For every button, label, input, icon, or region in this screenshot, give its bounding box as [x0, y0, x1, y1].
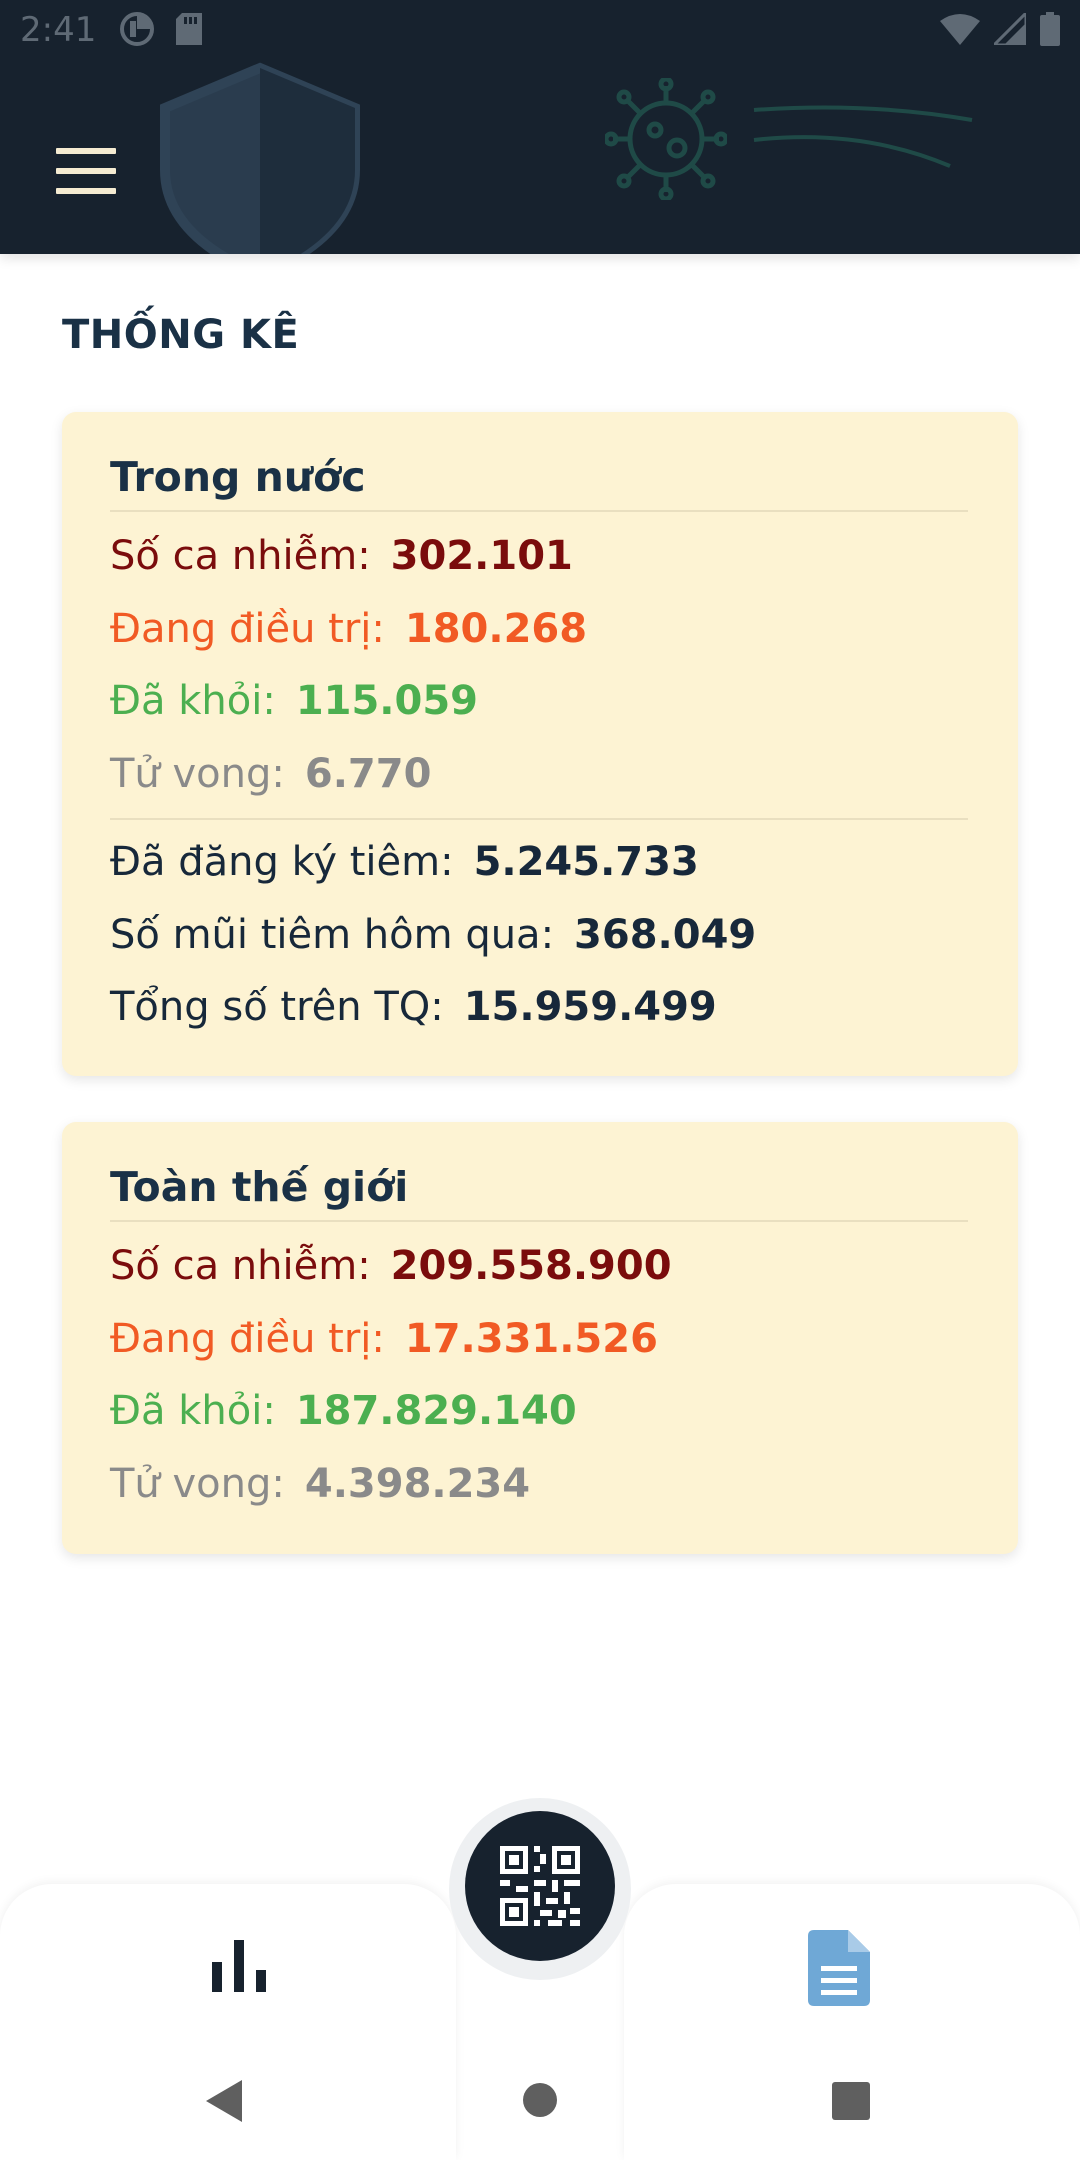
treating-label: Đang điều trị:	[110, 1315, 385, 1362]
data-saver-icon	[120, 12, 154, 46]
app-header: 2:41	[0, 0, 1080, 254]
total-label: Tổng số trên TQ:	[110, 984, 444, 1030]
recovered-label: Đã khỏi:	[110, 1388, 276, 1434]
infected-row: Số ca nhiễm: 209.558.900	[110, 1230, 968, 1303]
treating-row: Đang điều trị: 17.331.526	[110, 1303, 968, 1376]
world-stats-card: Toàn thế giới Số ca nhiễm: 209.558.900 Đa…	[62, 1122, 1018, 1554]
recents-icon[interactable]	[832, 2082, 870, 2120]
card-title: Trong nước	[110, 452, 968, 512]
sd-card-icon	[176, 13, 202, 45]
deaths-row: Tử vong: 4.398.234	[110, 1448, 968, 1521]
treating-label: Đang điều trị:	[110, 605, 385, 652]
registered-row: Đã đăng ký tiêm: 5.245.733	[110, 826, 968, 899]
status-bar: 2:41	[0, 0, 1080, 62]
deaths-row: Tử vong: 6.770	[110, 738, 968, 811]
doses-yesterday-label: Số mũi tiêm hôm qua:	[110, 911, 555, 958]
domestic-stats-card: Trong nước Số ca nhiễm: 302.101 Đang điều…	[62, 412, 1018, 1076]
wifi-icon	[940, 14, 980, 45]
statistics-screen: 2:41 THỐNG KÊ Trong nước Số ca nhiễm: 30…	[0, 0, 1080, 2160]
deaths-label: Tử vong:	[110, 750, 285, 797]
hamburger-menu-icon	[56, 148, 116, 154]
page-title: THỐNG KÊ	[62, 312, 300, 358]
signal-icon	[994, 13, 1026, 45]
qr-scan-button[interactable]	[465, 1811, 615, 1961]
recovered-label: Đã khỏi:	[110, 678, 276, 724]
status-time: 2:41	[20, 10, 97, 50]
recovered-value: 115.059	[295, 678, 478, 724]
bar-chart-icon	[212, 1940, 266, 1992]
total-row: Tổng số trên TQ: 15.959.499	[110, 971, 968, 1044]
registered-label: Đã đăng ký tiêm:	[110, 839, 454, 885]
infected-value: 302.101	[390, 533, 573, 579]
home-icon[interactable]	[522, 2082, 558, 2118]
deaths-value: 6.770	[304, 750, 432, 797]
doses-yesterday-value: 368.049	[574, 911, 757, 958]
qr-code-icon	[500, 1846, 580, 1926]
deaths-value: 4.398.234	[304, 1460, 531, 1507]
decorative-lines	[753, 105, 973, 168]
battery-icon	[1040, 12, 1060, 46]
registered-value: 5.245.733	[473, 839, 699, 885]
doses-yesterday-row: Số mũi tiêm hôm qua: 368.049	[110, 899, 968, 972]
treating-value: 17.331.526	[404, 1315, 658, 1362]
infected-value: 209.558.900	[390, 1243, 672, 1289]
back-icon[interactable]	[204, 2078, 244, 2124]
recovered-row: Đã khỏi: 187.829.140	[110, 1375, 968, 1448]
infected-label: Số ca nhiễm:	[110, 1243, 371, 1289]
nav-documents[interactable]	[808, 1930, 870, 2010]
recovered-row: Đã khỏi: 115.059	[110, 665, 968, 738]
menu-button[interactable]	[56, 148, 118, 194]
treating-row: Đang điều trị: 180.268	[110, 593, 968, 666]
nav-statistics[interactable]	[212, 1940, 268, 1996]
recovered-value: 187.829.140	[295, 1388, 577, 1434]
total-value: 15.959.499	[463, 984, 717, 1030]
infected-label: Số ca nhiễm:	[110, 533, 371, 579]
infected-row: Số ca nhiễm: 302.101	[110, 520, 968, 593]
system-navigation	[0, 2050, 1080, 2160]
divider	[110, 818, 968, 820]
card-title: Toàn thế giới	[110, 1162, 968, 1222]
document-icon	[808, 1930, 870, 2006]
treating-value: 180.268	[404, 605, 588, 652]
deaths-label: Tử vong:	[110, 1460, 285, 1507]
shield-icon	[160, 62, 360, 254]
virus-icon	[605, 78, 727, 200]
